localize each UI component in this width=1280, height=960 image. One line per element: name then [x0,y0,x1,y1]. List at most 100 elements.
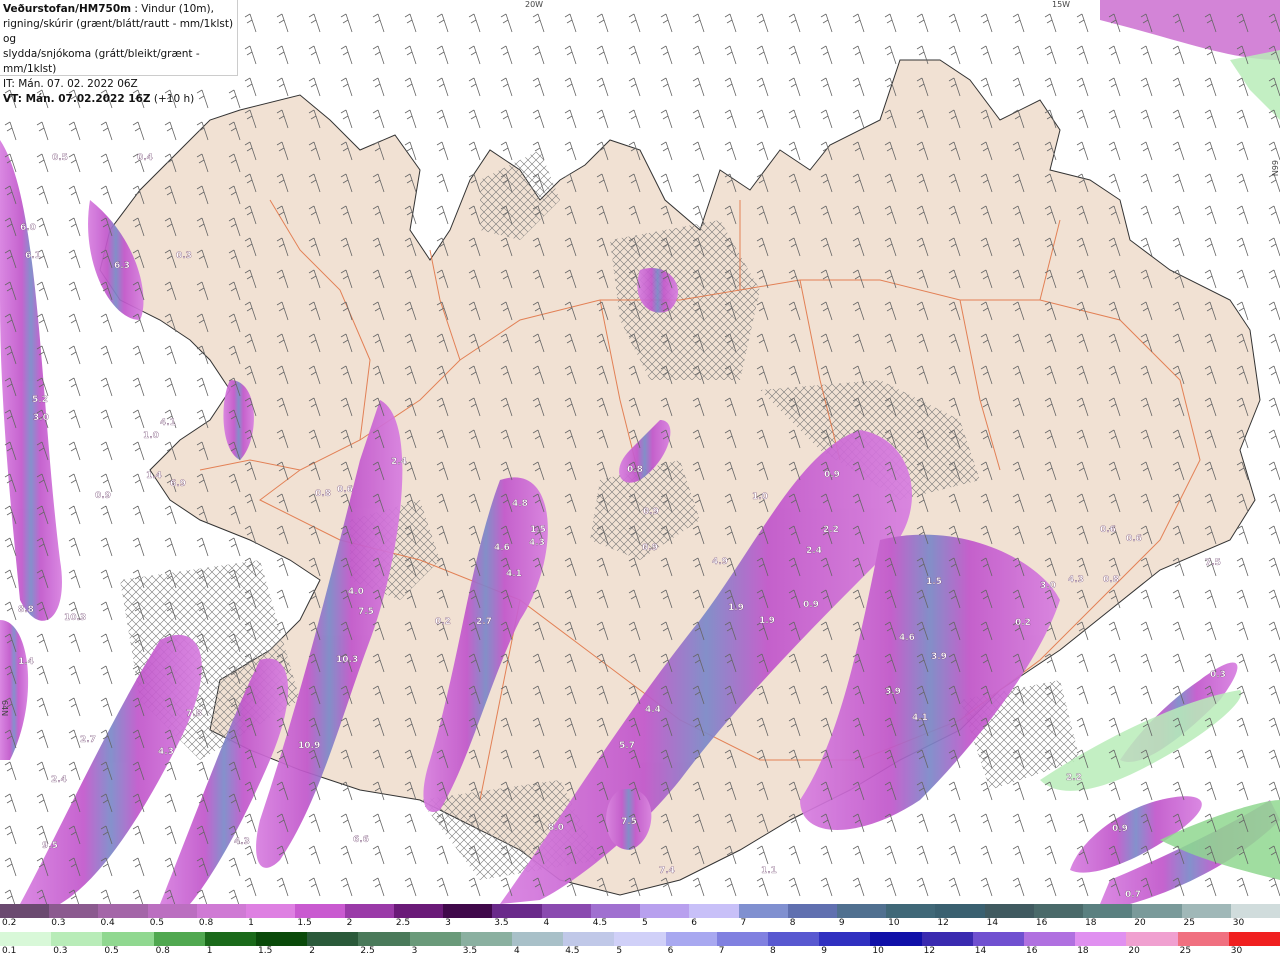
precipitation-value-label: 4.1 [912,713,928,723]
precipitation-value-label: 0.2 [435,617,451,627]
precipitation-value-label: 0.9 [643,507,659,517]
rain-legend-label: 0.8 [155,946,170,956]
rain-legend-swatch [921,932,973,946]
snow-legend-swatch [787,904,837,918]
snow-legend-label: 20 [1134,918,1146,928]
rain-legend-label: 0.5 [104,946,119,956]
snow-legend-swatch [1181,904,1231,918]
snow-legend-label: 16 [1035,918,1048,928]
precipitation-value-label: 0.9 [1112,824,1128,834]
snow-legend-label: 0.2 [2,918,17,928]
precipitation-value-label: 0.3 [176,251,192,261]
valid-time-offset: (+10 h) [150,93,195,105]
precipitation-value-label: 4.9 [712,557,728,567]
rain-legend-swatch [153,932,205,946]
snow-legend-swatch [49,904,99,918]
rain-legend-label: 2 [309,946,315,956]
precipitation-value-label: 0.9 [803,600,819,610]
rain-legend-label: 9 [821,946,827,956]
rain-legend: 0.1 0.3 0.5 0.8 1 1.5 2 2.5 3 3.5 4 4.5 5 6 7 8 9 10 12 14 1… [0,932,1280,959]
precipitation-value-label: 6.3 [114,261,130,271]
rain-legend-swatch [256,932,308,946]
snow-legend-label: 0.8 [198,918,214,928]
precipitation-value-label: 6.1 [25,251,41,261]
snow-legend-label: 14 [986,918,999,928]
precipitation-value-label: 7.5 [358,607,374,617]
rain-legend-label: 25 [1179,946,1192,956]
snow-legend-label: 0.3 [51,918,66,928]
rain-legend-label: 12 [923,946,936,956]
precipitation-value-label: 0.9 [95,491,111,501]
rain-legend-label: 1.5 [258,946,273,956]
rain-legend-swatch [1126,932,1178,946]
precipitation-value-label: 3.0 [33,413,49,423]
precipitation-value-label: 9.5 [42,841,58,851]
rain-legend-swatch [51,932,103,946]
rain-legend-swatch [819,932,871,946]
precipitation-value-label: 1.5 [926,577,942,587]
precipitation-value-label: 0.4 [137,153,153,163]
precipitation-value-label: 2.4 [51,775,67,785]
info-line-title: Veðurstofan/HM750m : Vindur (10m), [3,2,237,17]
rain-legend-swatch [512,932,564,946]
snow-legend-label: 7 [740,918,747,928]
snow-legend-label: 2 [346,918,353,928]
precipitation-value-label: 0.2 [1015,618,1031,628]
snow-legend-swatch [344,904,394,918]
precipitation-value-label: 4.3 [529,538,545,548]
rain-legend-swatch [665,932,717,946]
snow-legend-swatch [492,904,542,918]
rain-legend-label: 8 [770,946,776,956]
rain-legend-label: 6 [667,946,674,956]
precipitation-value-label: 4.3 [158,747,174,757]
precipitation-value-label: 7.5 [621,817,637,827]
rain-legend-swatch [1075,932,1127,946]
rain-legend-label: 3 [411,946,418,956]
snow-legend-swatch [196,904,247,918]
precipitation-value-label: 4.1 [160,418,176,428]
snow-legend-label: 1 [248,918,254,928]
snow-legend-swatch [689,904,739,918]
rain-legend-label: 10 [872,946,884,956]
info-panel: Veðurstofan/HM750m : Vindur (10m), rigni… [0,0,238,105]
precipitation-value-label: 7.8 [186,709,202,719]
rain-legend-label: 1 [206,946,213,956]
rain-legend-label: 4.5 [565,946,580,956]
snow-legend-label: 2.5 [395,918,411,928]
precipitation-value-label: 0.3 [1210,670,1226,680]
precipitation-value-label: 1.9 [728,603,744,613]
rain-legend-swatch [563,932,615,946]
longitude-label-15w: 15W [1052,0,1070,9]
rain-legend-swatch [409,932,461,946]
precipitation-value-label: 10.3 [64,613,86,623]
snow-legend-swatch [1033,904,1084,918]
precipitation-value-label: 6.9 [170,479,186,489]
snow-legend-swatch [0,904,50,918]
precipitation-value-label: 10.9 [298,741,320,751]
precipitation-value-label: 6.6 [353,835,369,845]
snow-legend-swatch [393,904,444,918]
snow-legend-label: 0.4 [100,918,115,928]
snow-legend-label: 3 [445,918,451,928]
precipitation-value-label: 2.7 [80,735,96,745]
precipitation-value-label: 2.4 [806,546,822,556]
precipitation-value-label: 4.3 [234,837,250,847]
precipitation-value-label: 3.9 [931,652,947,662]
rain-legend-swatch [972,932,1025,946]
snow-legend-swatch [640,904,690,918]
precipitation-value-label: 6.0 [20,223,36,233]
precipitation-value-label: 4.1 [506,569,522,579]
description-line1: : Vindur (10m), [131,3,214,15]
precipitation-value-label: 1.9 [759,616,775,626]
precipitation-value-label: 2.7 [476,617,492,627]
precipitation-value-label: 0.8 [627,465,643,475]
snow-legend-label: 3.5 [494,918,509,928]
precipitation-value-label: 0.9 [642,543,658,553]
snow-legend-label: 25 [1183,918,1195,928]
precipitation-value-label: 1.0 [143,431,159,441]
precipitation-value-label: 1.1 [761,866,777,876]
rain-legend-swatch [614,932,666,946]
snow-legend-label: 0.5 [149,918,165,928]
snow-legend-label: 1.5 [297,918,312,928]
snow-legend-swatch [886,904,936,918]
